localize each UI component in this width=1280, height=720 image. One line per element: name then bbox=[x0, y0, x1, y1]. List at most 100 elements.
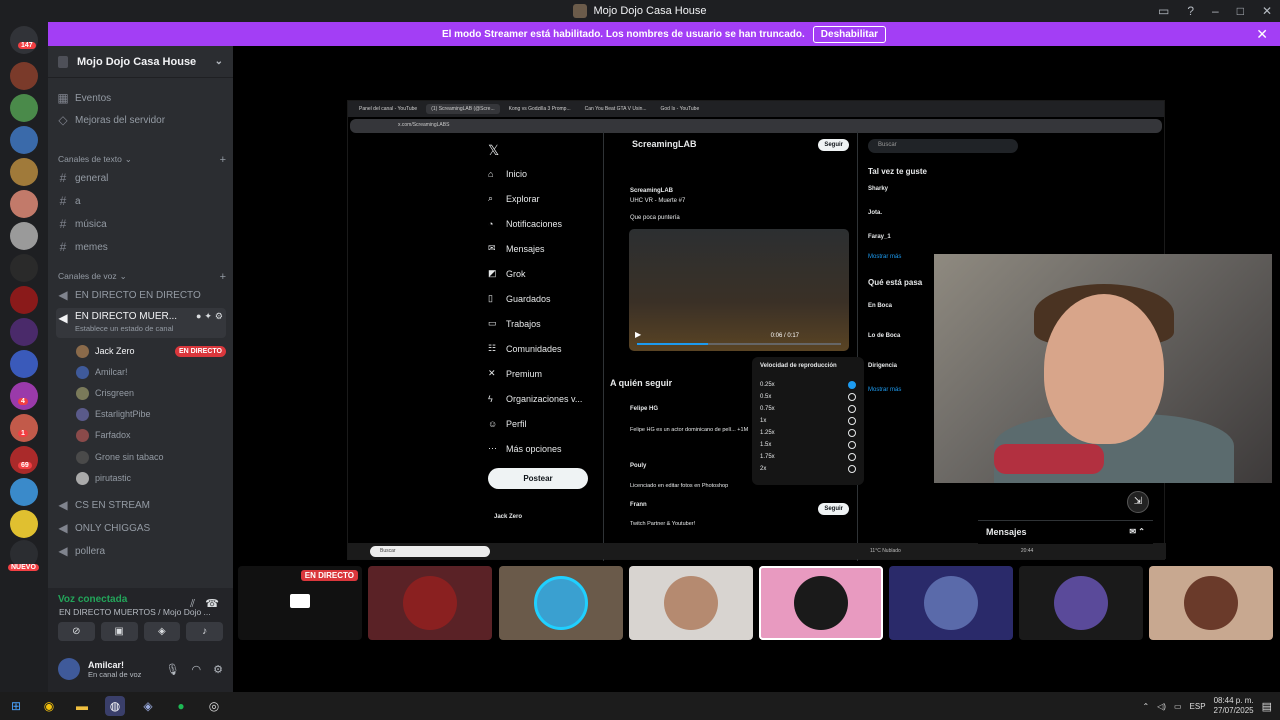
voice-channel-path[interactable]: EN DIRECTO MUERTOS / Mojo Dojo ... bbox=[59, 607, 219, 617]
text-channel[interactable]: # música bbox=[56, 214, 226, 234]
profile-name: ScreamingLAB bbox=[632, 139, 697, 149]
stream-tile[interactable]: EN DIRECTO bbox=[238, 566, 362, 640]
microphone-icon[interactable]: 🎙 bbox=[166, 663, 180, 676]
app-icon[interactable]: ◈ bbox=[138, 696, 158, 716]
browser-tabs: Panel del canal - YouTube (1) ScreamingL… bbox=[348, 101, 1164, 117]
participant-tile[interactable] bbox=[889, 566, 1013, 640]
voice-channel[interactable]: ◀ pollera bbox=[56, 541, 226, 561]
server-icon[interactable] bbox=[10, 254, 38, 282]
text-channels-category[interactable]: Canales de texto ⌄ + bbox=[58, 154, 226, 166]
server-icon[interactable] bbox=[10, 62, 38, 90]
user-panel[interactable]: Amilcar! En canal de voz 🎙 ◠ ⚙ bbox=[58, 654, 223, 684]
close-banner-icon[interactable]: ✕ bbox=[1256, 26, 1268, 43]
gear-icon[interactable]: ⚙ bbox=[213, 663, 223, 676]
monitor-icon bbox=[290, 594, 310, 608]
discord-home-icon[interactable] bbox=[10, 26, 38, 54]
maximize-button[interactable]: □ bbox=[1237, 4, 1244, 18]
disconnect-icon[interactable]: ☎ bbox=[205, 597, 219, 610]
add-channel-icon[interactable]: + bbox=[220, 271, 226, 283]
mentions-badge: 147 bbox=[18, 42, 36, 49]
server-icon[interactable] bbox=[10, 94, 38, 122]
server-header[interactable]: Mojo Dojo Casa House ⌄ bbox=[48, 46, 233, 78]
participant-tile[interactable] bbox=[629, 566, 753, 640]
participant-tile[interactable] bbox=[368, 566, 492, 640]
voice-channel[interactable]: ◀ EN DIRECTO EN DIRECTO bbox=[56, 285, 226, 305]
server-icon[interactable] bbox=[10, 222, 38, 250]
participant-tile[interactable] bbox=[1019, 566, 1143, 640]
clock[interactable]: 08:44 p. m. 27/07/2025 bbox=[1214, 696, 1254, 716]
events-item[interactable]: ▦ Eventos bbox=[56, 88, 226, 108]
server-icon[interactable] bbox=[10, 158, 38, 186]
voice-user[interactable]: Amilcar! bbox=[76, 362, 226, 382]
noise-suppression-icon[interactable]: ⫽ bbox=[190, 598, 195, 611]
server-icon[interactable] bbox=[10, 126, 38, 154]
discord-icon[interactable]: ◍ bbox=[105, 696, 125, 716]
screen-share-button[interactable]: ▣ bbox=[100, 622, 138, 641]
participant-tile[interactable] bbox=[1149, 566, 1273, 640]
disable-streamer-button[interactable]: Deshabilitar bbox=[812, 25, 887, 43]
server-icon bbox=[573, 4, 588, 18]
network-icon[interactable]: ▭ bbox=[1174, 702, 1182, 711]
voice-user[interactable]: EstarlightPibe bbox=[76, 404, 226, 424]
server-icon[interactable] bbox=[10, 318, 38, 346]
server-icon[interactable] bbox=[10, 446, 38, 474]
add-channel-icon[interactable]: + bbox=[220, 154, 226, 166]
voice-user[interactable]: Jack Zero EN DIRECTO bbox=[76, 341, 226, 361]
obs-icon[interactable]: ◎ bbox=[204, 696, 224, 716]
post-button: Postear bbox=[488, 468, 588, 489]
channel-status[interactable]: Establece un estado de canal bbox=[75, 324, 177, 333]
help-icon[interactable]: ? bbox=[1187, 4, 1194, 18]
server-name: Mojo Dojo Casa House bbox=[77, 55, 197, 68]
grok-icon: ◩ bbox=[488, 268, 497, 278]
tweet-video: 0:06 / 0:17 ▶ bbox=[629, 229, 849, 351]
spotify-icon[interactable]: ● bbox=[171, 696, 191, 716]
microphone-icon bbox=[994, 444, 1104, 474]
chevron-up-icon[interactable]: ⌃ bbox=[1142, 702, 1149, 711]
x-nav-item: ⌕ Explorar bbox=[488, 193, 540, 204]
bell-icon: ◔ bbox=[488, 218, 494, 229]
server-icon[interactable] bbox=[10, 478, 38, 506]
server-icon[interactable] bbox=[10, 414, 38, 442]
voice-channels-category[interactable]: Canales de voz ⌄ + bbox=[58, 271, 226, 283]
voice-user[interactable]: pirutastic bbox=[76, 468, 226, 488]
voice-channel-active[interactable]: ◀ EN DIRECTO MUER... Establece un estado… bbox=[56, 308, 226, 338]
minimize-button[interactable]: – bbox=[1212, 4, 1219, 18]
headphones-icon[interactable]: ◠ bbox=[192, 663, 202, 676]
voice-user[interactable]: Crisgreen bbox=[76, 383, 226, 403]
server-icon[interactable] bbox=[10, 190, 38, 218]
server-icon[interactable] bbox=[10, 510, 38, 538]
close-button[interactable]: ✕ bbox=[1262, 4, 1272, 18]
server-icon[interactable] bbox=[10, 382, 38, 410]
text-channel[interactable]: # general bbox=[56, 168, 226, 188]
speed-option: 0.75x bbox=[760, 403, 856, 415]
participant-tile-selected[interactable] bbox=[759, 566, 883, 640]
participant-tile[interactable] bbox=[499, 566, 623, 640]
voice-channel[interactable]: ◀ ONLY CHIGGAS bbox=[56, 518, 226, 538]
text-channel[interactable]: # memes bbox=[56, 237, 226, 257]
boosts-item[interactable]: ◇ Mejoras del servidor bbox=[56, 110, 226, 130]
server-icon[interactable] bbox=[10, 286, 38, 314]
server-icon[interactable] bbox=[10, 350, 38, 378]
browser-tab: Can You Beat GTA V Usin... bbox=[584, 106, 647, 112]
tweet-author: ScreamingLAB bbox=[630, 188, 674, 194]
soundboard-button[interactable]: ♪ bbox=[186, 622, 223, 641]
popout-icon[interactable]: ⇲ bbox=[1127, 491, 1149, 513]
camera-off-button[interactable]: ⊘ bbox=[58, 622, 95, 641]
avatar bbox=[76, 365, 89, 379]
voice-user[interactable]: Farfadox bbox=[76, 425, 226, 445]
voice-channel[interactable]: ◀ CS EN STREAM bbox=[56, 495, 226, 515]
windows-taskbar: ⊞ ◉ ▬ ◍ ◈ ● ◎ ⌃ ◁) ▭ ESP 08:44 p. m. 27/… bbox=[0, 692, 1280, 720]
inbox-icon[interactable]: ▭ bbox=[1158, 4, 1169, 18]
mail-icon: ✉ bbox=[488, 243, 496, 253]
volume-icon[interactable]: ◁) bbox=[1157, 702, 1166, 711]
x-logo-icon: 𝕏 bbox=[488, 141, 500, 158]
language-indicator[interactable]: ESP bbox=[1190, 702, 1206, 711]
voice-user[interactable]: Grone sin tabaco bbox=[76, 447, 226, 467]
windows-start-icon[interactable]: ⊞ bbox=[6, 696, 26, 716]
chrome-icon[interactable]: ◉ bbox=[39, 696, 59, 716]
channel-actions-icon[interactable]: ●✦⚙ bbox=[196, 311, 226, 322]
activities-button[interactable]: ◈ bbox=[143, 622, 181, 641]
notifications-icon[interactable]: ▤ bbox=[1262, 700, 1272, 713]
text-channel[interactable]: # a bbox=[56, 191, 226, 211]
file-explorer-icon[interactable]: ▬ bbox=[72, 696, 92, 716]
